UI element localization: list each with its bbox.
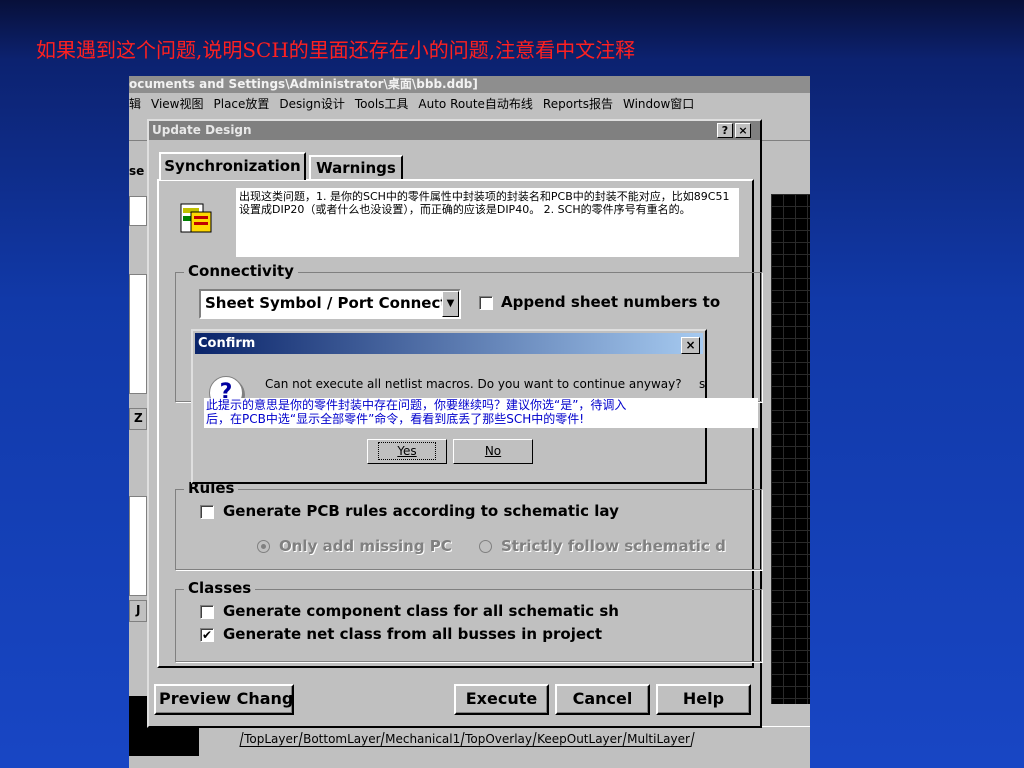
net-class-checkbox[interactable]: ✔ (200, 628, 214, 642)
tab-synchronization[interactable]: Synchronization (159, 152, 306, 180)
generate-pcb-rules-checkbox[interactable] (200, 505, 214, 519)
layer-tab-label: BottomLayer (302, 732, 381, 746)
net-class-label: Generate net class from all busses in pr… (223, 625, 603, 643)
side-label-mid: Z (134, 411, 143, 425)
layer-tab-label: TopLayer (244, 732, 298, 746)
yes-button-label: Yes (378, 442, 436, 460)
confirm-titlebar: Confirm (195, 333, 703, 354)
database-note-icon (180, 203, 212, 233)
update-design-titlebar: Update Design (149, 121, 760, 140)
layer-tab-label: Mechanical1 (385, 732, 461, 746)
layer-tab-label: TopOverlay (465, 732, 533, 746)
layer-tab-label: KeepOutLayer (537, 732, 623, 746)
side-label-top: se (129, 164, 145, 178)
update-design-title: Update Design (152, 123, 252, 137)
confirm-partial-text: s (699, 377, 706, 391)
confirm-close-icon[interactable]: × (681, 337, 700, 354)
menu-bar: 辑 View视图 Place放置 Design设计 Tools工具 Auto Route自… (129, 93, 810, 115)
layer-tab-toplayer[interactable]: TopLayer (239, 732, 303, 747)
side-panel-field (129, 196, 147, 226)
generate-pcb-rules-label: Generate PCB rules according to schemati… (223, 502, 619, 520)
component-class-checkbox[interactable] (200, 605, 214, 619)
connectivity-select-value: Sheet Symbol / Port Connect (205, 294, 448, 312)
side-label-bottom: J (136, 603, 141, 617)
layer-tabs: TopLayer BottomLayer Mechanical1 TopOverlay… (239, 732, 695, 747)
layer-tab-topoverlay[interactable]: TopOverlay (460, 732, 537, 747)
menu-item-0[interactable]: 辑 (129, 97, 141, 111)
menu-item-1[interactable]: View视图 (151, 97, 203, 111)
menu-item-2[interactable]: Place放置 (214, 97, 270, 111)
side-panel-button-2[interactable]: J (129, 600, 147, 622)
app-title: ocuments and Settings\Administrator\桌面\b… (129, 76, 810, 93)
layer-tab-mechanical1[interactable]: Mechanical1 (380, 732, 465, 747)
help-title-button[interactable]: ? (717, 123, 733, 138)
help-button[interactable]: Help (656, 684, 751, 715)
preview-changes-button[interactable]: Preview Changes (154, 684, 294, 715)
menu-item-3[interactable]: Design设计 (279, 97, 344, 111)
side-panel-list (129, 274, 147, 394)
cancel-button[interactable]: Cancel (555, 684, 650, 715)
confirm-message: Can not execute all netlist macros. Do y… (265, 377, 682, 391)
strictly-follow-label: Strictly follow schematic d (501, 537, 726, 555)
slide-title: 如果遇到这个问题,说明SCH的里面还存在小的问题,注意看中文注释 (36, 38, 636, 62)
side-panel-list-2 (129, 496, 147, 596)
only-add-missing-radio[interactable] (257, 540, 270, 553)
note-text: 出现这类问题，1. 是你的SCH中的零件属性中封装项的封装名和PCB中的封装不能… (236, 188, 739, 257)
tab-warnings[interactable]: Warnings (309, 155, 403, 180)
no-button[interactable]: No (453, 439, 533, 464)
append-sheet-numbers-checkbox[interactable] (479, 296, 493, 310)
side-panel-button[interactable]: Z (129, 408, 147, 430)
layer-tab-bottomlayer[interactable]: BottomLayer (298, 732, 385, 747)
append-sheet-numbers-label: Append sheet numbers to (501, 293, 721, 311)
menu-item-4[interactable]: Tools工具 (355, 97, 409, 111)
layer-tab-label: MultiLayer (627, 732, 691, 746)
only-add-missing-label: Only add missing PC (279, 537, 452, 555)
strictly-follow-radio[interactable] (479, 540, 492, 553)
yes-button[interactable]: Yes (367, 439, 447, 464)
connectivity-select[interactable]: Sheet Symbol / Port Connect ▼ (199, 289, 461, 319)
menu-item-6[interactable]: Reports报告 (543, 97, 613, 111)
confirm-title: Confirm (198, 336, 256, 351)
close-title-button[interactable]: × (735, 123, 751, 138)
pcb-grid (771, 194, 810, 704)
annotation-line-1: 此提示的意思是你的零件封装中存在问题，你要继续吗？建议你选“是”，待调入 (206, 398, 627, 412)
menu-item-7[interactable]: Window窗口 (623, 97, 694, 111)
execute-button[interactable]: Execute (454, 684, 549, 715)
classes-label: Classes (184, 579, 256, 597)
layer-tab-multilayer[interactable]: MultiLayer (622, 732, 695, 747)
connectivity-label: Connectivity (184, 262, 298, 280)
chevron-down-icon[interactable]: ▼ (442, 291, 459, 317)
layer-tab-keepoutlayer[interactable]: KeepOutLayer (532, 732, 627, 747)
menu-item-5[interactable]: Auto Route自动布线 (418, 97, 533, 111)
component-class-label: Generate component class for all schemat… (223, 602, 619, 620)
annotation-line-2: 后，在PCB中选“显示全部零件”命令，看看到底丢了那些SCH中的零件! (206, 412, 585, 426)
annotation-text: 此提示的意思是你的零件封装中存在问题，你要继续吗？建议你选“是”，待调入 后，在… (204, 398, 758, 428)
